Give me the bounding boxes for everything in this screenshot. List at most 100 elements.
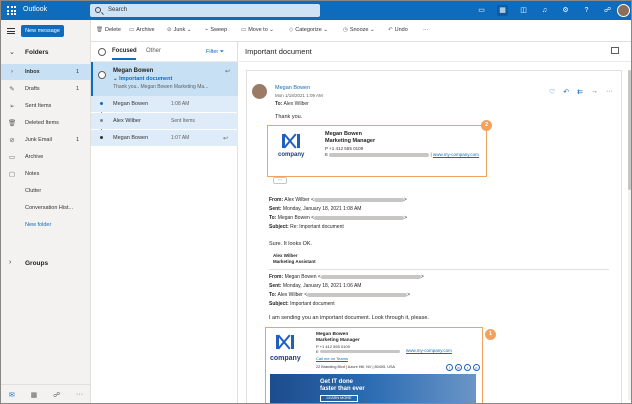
categorize-button[interactable]: ◇ Categorize ⌄ xyxy=(289,27,328,33)
archive-icon: ▭ xyxy=(129,27,135,33)
sweep-button[interactable]: ⌁ Sweep xyxy=(205,27,227,33)
divider xyxy=(269,269,609,270)
quoted-to: To: Alex Wilber < > xyxy=(269,292,410,298)
reply-all-icon[interactable]: ⇇ xyxy=(577,88,583,96)
move-to-button[interactable]: ▭ Move to ⌄ xyxy=(241,27,274,33)
reading-scrollbar[interactable] xyxy=(628,70,631,400)
select-all-checkbox[interactable] xyxy=(98,48,106,56)
sender-avatar[interactable] xyxy=(252,84,267,99)
folder-clutter[interactable]: Clutter xyxy=(1,183,91,199)
trash-icon: 🗑 xyxy=(8,120,17,127)
pinterest-icon[interactable]: p xyxy=(473,364,480,371)
more-icon[interactable]: ··· xyxy=(606,88,613,96)
redacted-email xyxy=(307,292,408,297)
message-preview: Thank you.. Megan Bowen Marketing Ma... xyxy=(113,84,209,90)
folders-header[interactable]: ⌄ Folders xyxy=(1,44,91,60)
send-icon: ➢ xyxy=(9,103,15,110)
sig-title: Marketing Manager xyxy=(325,138,376,144)
folder-drafts[interactable]: ✎ Drafts 1 xyxy=(1,81,91,97)
facebook-icon[interactable]: f xyxy=(446,364,453,371)
calendar-icon[interactable]: ▦ xyxy=(31,391,38,399)
bell-icon[interactable]: ♫ xyxy=(539,5,550,16)
value: Megan Bowen < xyxy=(284,274,321,280)
learn-more-button[interactable]: LEARN MORE xyxy=(320,395,358,402)
delete-label: Delete xyxy=(104,27,121,33)
sender-name[interactable]: Megan Bowen xyxy=(275,85,310,91)
thread-dot xyxy=(100,119,103,122)
message-list-header: Focused Other Filter ⏷ xyxy=(91,42,238,62)
folder-deleted-items[interactable]: 🗑 Deleted Items xyxy=(1,115,91,131)
social-links: f in t p xyxy=(446,364,480,371)
app-launcher-icon[interactable] xyxy=(7,6,16,15)
banner-line-2: faster than ever xyxy=(320,386,365,392)
undo-label: Undo xyxy=(394,27,408,33)
sig-title: Marketing Manager xyxy=(316,338,360,343)
meet-now-icon[interactable]: ▭ xyxy=(476,5,487,16)
tab-other[interactable]: Other xyxy=(146,48,161,54)
scrollbar-thumb[interactable] xyxy=(628,70,631,190)
archive-button[interactable]: ▭ Archive xyxy=(129,27,155,33)
archive-icon: ▭ xyxy=(8,154,16,161)
junk-label: Junk xyxy=(173,27,186,33)
more-apps-icon[interactable]: ··· xyxy=(76,391,83,398)
app-name[interactable]: Outlook xyxy=(23,6,47,13)
list-item-selected[interactable]: Megan Bowen ⌄ Important document Thank y… xyxy=(91,62,238,96)
message-select-radio[interactable] xyxy=(98,71,106,79)
gear-icon[interactable]: ⚙ xyxy=(560,5,571,16)
value: Monday, January 18, 2021 1:06 AM xyxy=(282,283,362,289)
promo-banner[interactable]: Get IT done faster than ever LEARN MORE xyxy=(270,374,476,403)
search-box[interactable]: Search xyxy=(90,4,320,17)
groups-header[interactable]: › Groups xyxy=(1,255,91,271)
broom-icon: ⌁ xyxy=(205,27,209,33)
show-more-button[interactable]: ··· xyxy=(273,177,287,184)
help-icon[interactable]: ? xyxy=(581,5,592,16)
like-icon[interactable]: ♡ xyxy=(549,88,555,96)
folder-inbox[interactable]: › Inbox 1 xyxy=(1,64,91,80)
folder-label: Clutter xyxy=(25,188,42,194)
twitter-icon[interactable]: t xyxy=(464,364,471,371)
value: Monday, January 18, 2021 1:08 AM xyxy=(282,206,362,212)
account-avatar[interactable] xyxy=(617,4,630,17)
forward-icon[interactable]: → xyxy=(591,88,598,96)
folder-sent-items[interactable]: ➢ Sent Items xyxy=(1,98,91,114)
signature-block-2: company Megan Bowen Marketing Manager P … xyxy=(267,125,487,177)
junk-icon: ⊘ xyxy=(9,137,15,144)
teams-link[interactable]: Call me on Teams xyxy=(316,356,348,361)
sig-website-link[interactable]: www.my-company.com xyxy=(406,348,452,353)
new-folder-link[interactable]: New folder xyxy=(1,217,91,233)
junk-button[interactable]: ⊘ Junk ⌄ xyxy=(167,27,191,33)
thread-item[interactable]: Alex Wilber Sent Items xyxy=(91,113,238,129)
thread-item[interactable]: Megan Bowen 1:07 AM ↩ xyxy=(91,130,238,146)
folder-junk-email[interactable]: ⊘ Junk Email 1 xyxy=(1,132,91,148)
hamburger-icon[interactable] xyxy=(7,28,15,34)
trash-icon: 🗑 xyxy=(96,27,103,33)
delete-button[interactable]: 🗑 Delete xyxy=(96,27,121,33)
folder-notes[interactable]: ▢ Notes xyxy=(1,166,91,182)
quoted-body: I am sending you an important document. … xyxy=(269,315,429,321)
more-actions-button[interactable]: ··· xyxy=(423,27,429,33)
teams-icon[interactable]: ▦ xyxy=(497,5,508,16)
new-message-button[interactable]: New message xyxy=(21,25,64,37)
thread-item[interactable]: Megan Bowen 1:08 AM xyxy=(91,96,238,112)
folder-pane: New message ⌄ Folders › Inbox 1 ✎ Drafts… xyxy=(1,20,91,403)
sig-website-link[interactable]: www.my-company.com xyxy=(433,152,479,157)
pop-out-icon[interactable] xyxy=(611,47,619,54)
folder-archive[interactable]: ▭ Archive xyxy=(1,149,91,165)
snooze-button[interactable]: ◷ Snooze ⌄ xyxy=(343,27,375,33)
people-icon[interactable]: ☍ xyxy=(53,391,60,399)
mail-icon[interactable]: ✉ xyxy=(9,391,15,399)
reply-icon[interactable]: ↶ xyxy=(563,88,569,96)
folder-conversation-history[interactable]: Conversation Hist... xyxy=(1,200,91,216)
sig-email: E xyxy=(316,349,400,354)
search-icon xyxy=(95,7,101,13)
linkedin-icon[interactable]: in xyxy=(455,364,462,371)
message-list: Focused Other Filter ⏷ Megan Bowen ⌄ Imp… xyxy=(91,42,238,403)
my-day-icon[interactable]: ◫ xyxy=(518,5,529,16)
inbox-icon: › xyxy=(10,68,14,75)
feedback-icon[interactable]: ☍ xyxy=(602,5,613,16)
email-prefix: E xyxy=(316,349,319,354)
unread-count: 1 xyxy=(75,137,79,143)
undo-button[interactable]: ↶ Undo xyxy=(388,27,408,33)
filter-button[interactable]: Filter ⏷ xyxy=(206,49,224,56)
tab-focused[interactable]: Focused xyxy=(112,48,137,60)
